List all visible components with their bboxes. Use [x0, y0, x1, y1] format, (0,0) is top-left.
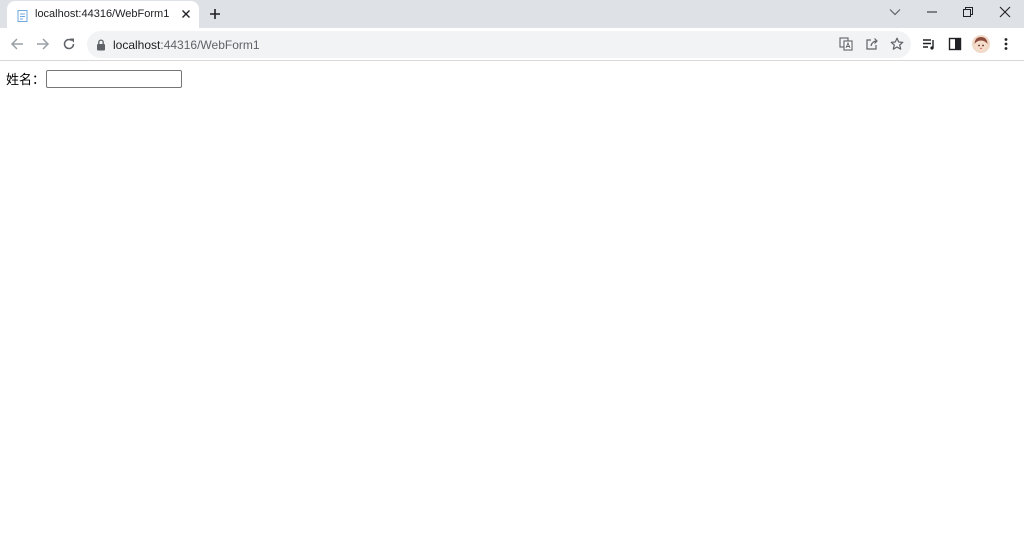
new-tab-icon[interactable] [207, 6, 223, 22]
url-text[interactable]: localhost:44316/WebForm1 [113, 38, 260, 52]
forward-icon[interactable] [34, 35, 52, 53]
name-label: 姓名： [6, 73, 46, 88]
translate-icon[interactable] [838, 36, 854, 52]
minimize-icon[interactable] [922, 4, 942, 20]
close-window-icon[interactable] [995, 4, 1015, 20]
share-icon[interactable] [864, 36, 880, 52]
name-input[interactable] [46, 69, 183, 88]
side-panel-icon[interactable] [946, 35, 964, 53]
lock-icon[interactable] [96, 38, 106, 51]
tab-active[interactable]: localhost:44316/WebForm1 [7, 1, 199, 28]
page-content: 姓名： [0, 62, 1024, 544]
profile-avatar[interactable] [972, 35, 990, 53]
browser-toolbar: localhost:44316/WebForm1 [0, 28, 1024, 61]
tab-title: localhost:44316/WebForm1 [35, 8, 170, 20]
reload-icon[interactable] [60, 35, 78, 53]
url-path: :44316/WebForm1 [160, 38, 260, 52]
more-menu-icon[interactable] [997, 35, 1015, 53]
close-tab-icon[interactable] [179, 7, 193, 21]
back-icon[interactable] [8, 35, 26, 53]
tab-search-icon[interactable] [885, 4, 905, 20]
restore-icon[interactable] [958, 4, 978, 20]
url-host: localhost [113, 38, 161, 52]
address-bar[interactable]: localhost:44316/WebForm1 [87, 31, 911, 58]
bookmark-star-icon[interactable] [889, 36, 905, 52]
reading-list-icon[interactable] [920, 35, 938, 53]
page-icon [17, 9, 29, 22]
name-form-row: 姓名： [6, 69, 183, 88]
tab-strip: localhost:44316/WebForm1 [0, 0, 1024, 28]
